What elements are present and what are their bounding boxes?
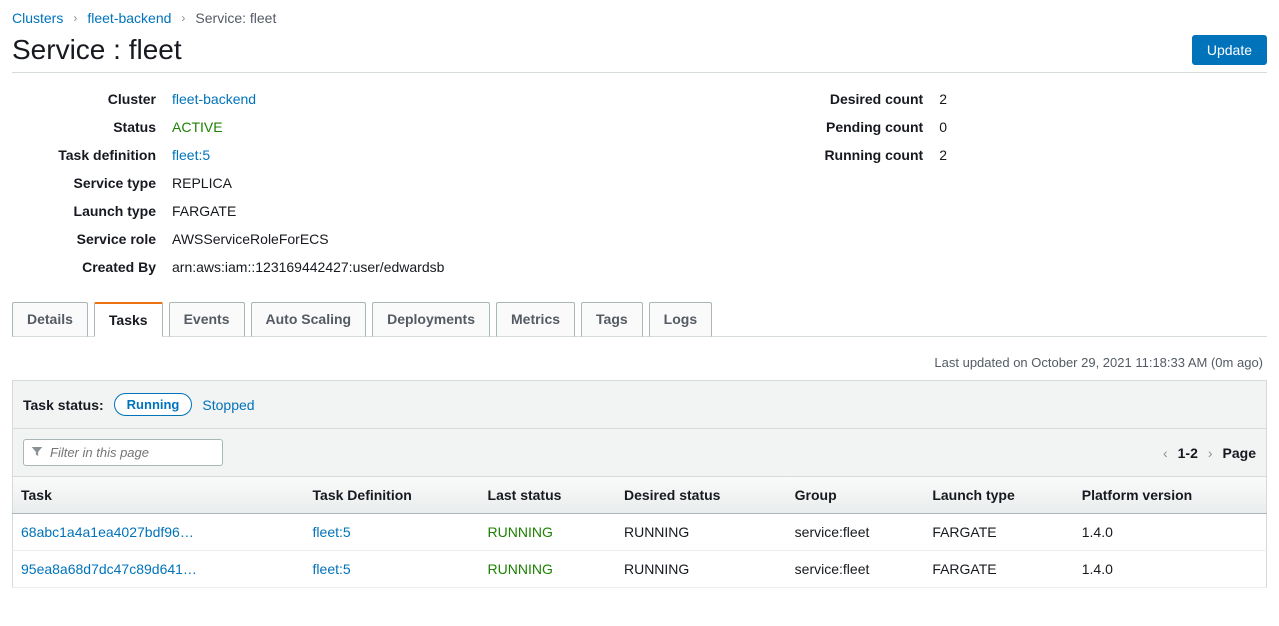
detail-value[interactable]: fleet-backend bbox=[172, 91, 256, 107]
group: service:fleet bbox=[787, 514, 925, 551]
pager-page-label: Page bbox=[1223, 445, 1256, 461]
chevron-right-icon: › bbox=[181, 11, 185, 25]
pager-next-icon[interactable]: › bbox=[1208, 445, 1213, 461]
pager-prev-icon[interactable]: ‹ bbox=[1163, 445, 1168, 461]
task-status-stopped-link[interactable]: Stopped bbox=[202, 397, 254, 413]
detail-value: 2 bbox=[939, 147, 947, 163]
detail-label: Desired count bbox=[799, 91, 939, 107]
detail-label: Cluster bbox=[12, 91, 172, 107]
tab-metrics[interactable]: Metrics bbox=[496, 302, 575, 337]
detail-value: 2 bbox=[939, 91, 947, 107]
breadcrumb-cluster-name[interactable]: fleet-backend bbox=[87, 10, 171, 26]
launch-type: FARGATE bbox=[924, 551, 1073, 588]
column-header[interactable]: Group bbox=[787, 477, 925, 514]
pager-range: 1-2 bbox=[1178, 445, 1198, 461]
detail-label: Task definition bbox=[12, 147, 172, 163]
last-status: RUNNING bbox=[488, 561, 553, 577]
detail-label: Service type bbox=[12, 175, 172, 191]
breadcrumb: Clusters › fleet-backend › Service: flee… bbox=[12, 10, 1267, 26]
tab-auto-scaling[interactable]: Auto Scaling bbox=[251, 302, 367, 337]
task-status-label: Task status: bbox=[23, 397, 104, 413]
tab-events[interactable]: Events bbox=[169, 302, 245, 337]
task-status-bar: Task status: Running Stopped bbox=[12, 380, 1267, 428]
detail-value: REPLICA bbox=[172, 175, 232, 191]
detail-value: AWSServiceRoleForECS bbox=[172, 231, 329, 247]
group: service:fleet bbox=[787, 551, 925, 588]
task-definition-link[interactable]: fleet:5 bbox=[313, 561, 351, 577]
tab-deployments[interactable]: Deployments bbox=[372, 302, 490, 337]
tab-details[interactable]: Details bbox=[12, 302, 88, 337]
update-button[interactable]: Update bbox=[1192, 35, 1267, 65]
platform-version: 1.4.0 bbox=[1074, 551, 1267, 588]
detail-value: ACTIVE bbox=[172, 119, 223, 135]
detail-label: Service role bbox=[12, 231, 172, 247]
column-header[interactable]: Launch type bbox=[924, 477, 1073, 514]
table-row: 95ea8a68d7dc47c89d641… fleet:5 RUNNING RUNN… bbox=[13, 551, 1267, 588]
tab-tasks[interactable]: Tasks bbox=[94, 302, 163, 337]
detail-value: FARGATE bbox=[172, 203, 236, 219]
column-header[interactable]: Platform version bbox=[1074, 477, 1267, 514]
task-status-running-pill[interactable]: Running bbox=[114, 393, 193, 416]
last-status: RUNNING bbox=[488, 524, 553, 540]
column-header[interactable]: Task bbox=[13, 477, 305, 514]
detail-label: Running count bbox=[799, 147, 939, 163]
detail-value[interactable]: fleet:5 bbox=[172, 147, 210, 163]
detail-value: arn:aws:iam::123169442427:user/edwardsb bbox=[172, 259, 444, 275]
pager: ‹ 1-2 › Page bbox=[1163, 445, 1256, 461]
column-header[interactable]: Desired status bbox=[616, 477, 787, 514]
column-header[interactable]: Last status bbox=[480, 477, 616, 514]
breadcrumb-clusters[interactable]: Clusters bbox=[12, 10, 63, 26]
desired-status: RUNNING bbox=[616, 514, 787, 551]
chevron-right-icon: › bbox=[73, 11, 77, 25]
task-definition-link[interactable]: fleet:5 bbox=[313, 524, 351, 540]
detail-label: Created By bbox=[12, 259, 172, 275]
tab-logs[interactable]: Logs bbox=[649, 302, 712, 337]
last-updated-text: Last updated on October 29, 2021 11:18:3… bbox=[12, 355, 1267, 380]
detail-label: Pending count bbox=[799, 119, 939, 135]
desired-status: RUNNING bbox=[616, 551, 787, 588]
detail-label: Launch type bbox=[12, 203, 172, 219]
task-id-link[interactable]: 95ea8a68d7dc47c89d641… bbox=[21, 561, 197, 577]
detail-label: Status bbox=[12, 119, 172, 135]
launch-type: FARGATE bbox=[924, 514, 1073, 551]
tasks-table: TaskTask DefinitionLast statusDesired st… bbox=[12, 477, 1267, 588]
task-id-link[interactable]: 68abc1a4a1ea4027bdf96… bbox=[21, 524, 194, 540]
platform-version: 1.4.0 bbox=[1074, 514, 1267, 551]
filter-input[interactable] bbox=[23, 439, 223, 466]
column-header[interactable]: Task Definition bbox=[305, 477, 480, 514]
page-title: Service : fleet bbox=[12, 34, 182, 66]
table-row: 68abc1a4a1ea4027bdf96… fleet:5 RUNNING RUNN… bbox=[13, 514, 1267, 551]
detail-value: 0 bbox=[939, 119, 947, 135]
tab-tags[interactable]: Tags bbox=[581, 302, 643, 337]
breadcrumb-current: Service: fleet bbox=[195, 10, 276, 26]
